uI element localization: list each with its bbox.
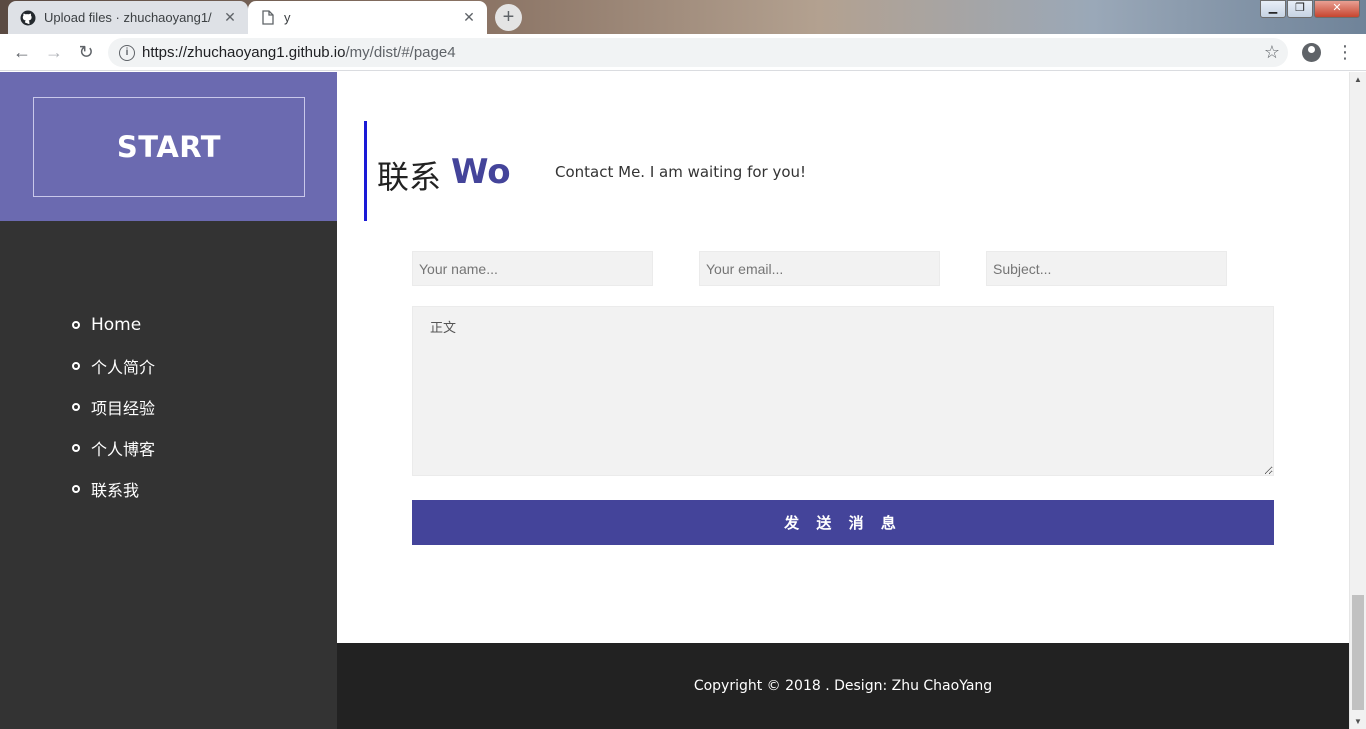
sidebar-item-contact[interactable]: 联系我 xyxy=(72,468,155,509)
circle-bullet-icon xyxy=(72,484,80,493)
reload-icon[interactable]: ↻ xyxy=(74,41,98,65)
new-tab-button[interactable]: + xyxy=(495,4,522,31)
browser-menu-icon[interactable]: ⋮ xyxy=(1336,40,1354,64)
url-host: https://zhuchaoyang1.github.io xyxy=(142,44,346,61)
browser-tab-upload-files[interactable]: Upload files · zhuchaoyang1/z ✕ xyxy=(8,1,248,34)
sidebar-nav: Home 个人简介 项目经验 个人博客 联系我 xyxy=(72,304,155,509)
window-controls: ▁ ❐ ✕ xyxy=(1259,0,1360,18)
browser-tabstrip: Upload files · zhuchaoyang1/z ✕ y ✕ + ▁ … xyxy=(0,0,1366,34)
sidebar-item-label: Home xyxy=(91,314,142,335)
sidebar-item-home[interactable]: Home xyxy=(72,304,155,345)
sidebar-item-blog[interactable]: 个人博客 xyxy=(72,427,155,468)
sidebar-item-label: 联系我 xyxy=(91,480,140,500)
url-path: /my/dist/#/page4 xyxy=(345,44,456,61)
close-tab-icon[interactable]: ✕ xyxy=(222,9,238,25)
scroll-down-icon[interactable]: ▼ xyxy=(1354,717,1362,726)
sidebar-item-label: 个人博客 xyxy=(91,439,156,459)
back-icon[interactable]: ← xyxy=(10,41,34,65)
url-text: https://zhuchaoyang1.github.io/my/dist/#… xyxy=(142,44,456,61)
page-icon xyxy=(260,10,276,26)
brand-logo-box[interactable]: START xyxy=(33,97,305,197)
bookmark-star-icon[interactable]: ☆ xyxy=(1264,42,1280,63)
page-title-en: Wo xyxy=(451,152,511,192)
brand-title: START xyxy=(116,130,222,164)
page-scrollbar[interactable]: ▲ ▼ xyxy=(1349,72,1366,729)
page-footer: Copyright © 2018 . Design: Zhu ChaoYang xyxy=(337,643,1349,729)
close-tab-icon[interactable]: ✕ xyxy=(461,9,477,25)
tab-title: y xyxy=(284,10,291,25)
contact-section: 联系 Wo Contact Me. I am waiting for you! … xyxy=(337,72,1349,643)
sidebar-item-label: 项目经验 xyxy=(91,398,156,418)
browser-tab-current[interactable]: y ✕ xyxy=(248,1,487,34)
subject-field[interactable] xyxy=(986,251,1227,286)
minimize-button[interactable]: ▁ xyxy=(1260,0,1286,18)
page-viewport: START Home 个人简介 项目经验 个人博客 联系我 联系 Wo Cont… xyxy=(0,72,1366,729)
site-info-icon[interactable]: i xyxy=(119,44,135,61)
profile-icon[interactable] xyxy=(1302,43,1321,62)
circle-bullet-icon xyxy=(72,361,80,370)
brand-block: START xyxy=(0,72,337,221)
email-field[interactable] xyxy=(699,251,940,286)
page-subtitle: Contact Me. I am waiting for you! xyxy=(555,163,807,181)
github-icon xyxy=(20,10,36,26)
send-message-button[interactable]: 发 送 消 息 xyxy=(412,500,1274,545)
forward-icon[interactable]: → xyxy=(42,41,66,65)
page-title-zh: 联系 xyxy=(377,158,442,196)
copyright-text: Copyright © 2018 . Design: Zhu ChaoYang xyxy=(693,678,993,694)
sidebar-item-projects[interactable]: 项目经验 xyxy=(72,386,155,427)
message-textarea[interactable] xyxy=(412,306,1274,476)
maximize-button[interactable]: ❐ xyxy=(1287,0,1313,18)
sidebar-item-label: 个人简介 xyxy=(91,357,156,377)
circle-bullet-icon xyxy=(72,443,80,452)
tab-title: Upload files · zhuchaoyang1/z xyxy=(44,10,212,25)
scrollbar-thumb[interactable] xyxy=(1352,595,1364,710)
circle-bullet-icon xyxy=(72,320,80,329)
sidebar: START Home 个人简介 项目经验 个人博客 联系我 xyxy=(0,72,337,729)
scroll-up-icon[interactable]: ▲ xyxy=(1354,75,1362,84)
address-bar[interactable]: i https://zhuchaoyang1.github.io/my/dist… xyxy=(108,38,1288,67)
sidebar-item-profile[interactable]: 个人简介 xyxy=(72,345,155,386)
circle-bullet-icon xyxy=(72,402,80,411)
heading-accent-bar xyxy=(364,121,367,221)
browser-toolbar: ← → ↻ i https://zhuchaoyang1.github.io/m… xyxy=(0,34,1366,71)
window-close-button[interactable]: ✕ xyxy=(1314,0,1360,18)
name-field[interactable] xyxy=(412,251,653,286)
